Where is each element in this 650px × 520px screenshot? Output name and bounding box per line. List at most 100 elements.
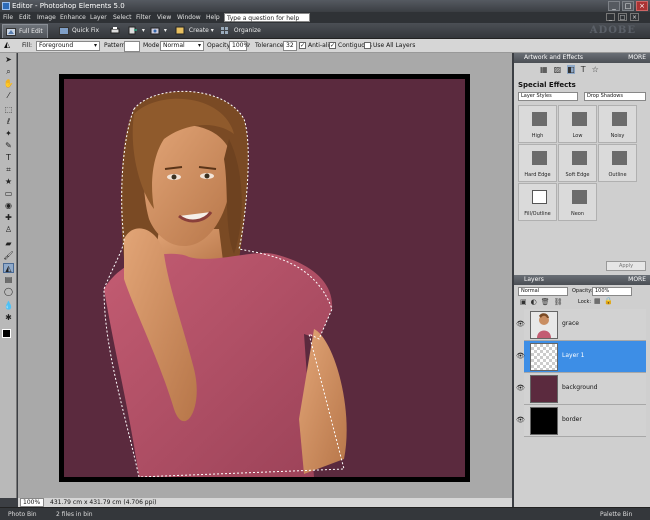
tab-quick-fix[interactable]: Quick Fix [56,24,100,38]
opacity-input[interactable]: 100% [229,41,249,51]
maximize-button[interactable]: □ [622,1,634,11]
move-tool-icon[interactable]: ➤ [3,55,14,65]
layers-panel-header[interactable]: Layers MORE [514,275,650,285]
menu-layer[interactable]: Layer [90,14,107,21]
menu-filter[interactable]: Filter [136,14,151,21]
visibility-eye-icon[interactable]: 👁 [516,384,525,392]
link-layer-icon[interactable]: ⛓ [554,298,563,306]
antialias-checkbox[interactable]: ✓ [299,42,306,49]
layer-opacity-input[interactable]: 100% [592,287,632,296]
printer-icon [110,27,120,34]
print-button[interactable] [110,25,122,37]
gradient-tool-icon[interactable]: ▤ [3,275,14,285]
artwork-more-button[interactable]: MORE [628,53,646,63]
close-button[interactable]: × [636,1,648,11]
effect-fill-outline[interactable]: Fill/Outline [518,183,557,221]
lock-all-icon[interactable]: 🔒 [604,297,613,305]
artwork-panel-header[interactable]: Artwork and Effects MORE [514,53,650,63]
help-search-input[interactable]: Type a question for help [224,13,310,22]
visibility-eye-icon[interactable]: 👁 [516,320,525,328]
cookie-cutter-tool-icon[interactable]: ★ [3,177,14,187]
straighten-tool-icon[interactable]: ▭ [3,189,14,199]
red-eye-tool-icon[interactable]: ◉ [3,201,14,211]
minimize-button[interactable]: _ [608,1,620,11]
themes-icon[interactable]: ▨ [554,65,562,74]
healing-brush-tool-icon[interactable]: ✚ [3,213,14,223]
magic-wand-tool-icon[interactable]: ✦ [3,129,14,139]
layer-row-grace[interactable]: 👁 grace [516,309,646,341]
sponge-tool-icon[interactable]: ✱ [3,313,14,323]
eraser-tool-icon[interactable]: ▰ [3,239,14,249]
blend-mode-select[interactable]: Normal [518,287,568,296]
doc-restore-button[interactable]: □ [618,13,627,21]
new-layer-icon[interactable]: ▣ [520,298,527,306]
brush-tool-icon[interactable]: 🖌 [3,251,14,261]
menu-view[interactable]: View [157,14,171,21]
marquee-tool-icon[interactable]: ⬚ [3,105,14,115]
visibility-eye-icon[interactable]: 👁 [516,416,525,424]
window-title: Editor - Photoshop Elements 5.0 [12,2,125,10]
menu-edit[interactable]: Edit [19,14,31,21]
blur-tool-icon[interactable]: 💧 [3,301,14,311]
zoom-tool-icon[interactable]: ⌕ [3,67,14,77]
lasso-tool-icon[interactable]: ℓ [3,117,14,127]
favorites-icon[interactable]: ☆ [592,65,599,74]
layer-row-border[interactable]: 👁 border [516,405,646,437]
mode-select[interactable]: Normal ▾ [160,41,204,51]
layer-row-background[interactable]: 👁 background [516,373,646,405]
menu-enhance[interactable]: Enhance [60,14,86,21]
pattern-picker[interactable] [124,41,140,52]
use-all-layers-checkbox[interactable] [364,42,371,49]
opacity-arrow-icon[interactable]: › [248,41,250,48]
visibility-eye-icon[interactable]: 👁 [516,352,525,360]
clone-stamp-tool-icon[interactable]: ♙ [3,225,14,235]
lock-transparency-icon[interactable]: ▦ [594,297,601,305]
menu-image[interactable]: Image [37,14,56,21]
tab-full-edit[interactable]: Full Edit [2,24,48,38]
doc-close-button[interactable]: × [630,13,639,21]
menu-help[interactable]: Help [206,14,220,21]
adjustment-layer-icon[interactable]: ◐ [531,298,537,306]
photo-bin-toggle[interactable]: Photo Bin [8,511,37,518]
artwork-icon[interactable]: ▦ [540,65,548,74]
document-canvas[interactable] [64,79,465,477]
hand-tool-icon[interactable]: ✋ [3,79,14,89]
canvas-area[interactable] [18,53,512,498]
camera-button[interactable]: ▾ [150,25,167,37]
eyedropper-tool-icon[interactable]: ⁄ [3,91,14,101]
menu-window[interactable]: Window [177,14,201,21]
effect-outline[interactable]: Outline [598,144,637,182]
contiguous-checkbox[interactable]: ✓ [329,42,336,49]
tolerance-input[interactable]: 32 [283,41,297,51]
fill-select[interactable]: Foreground ▾ [36,41,100,51]
create-button[interactable]: Create ▾ [175,25,214,37]
layers-more-button[interactable]: MORE [628,275,646,285]
crop-tool-icon[interactable]: ⌗ [3,165,14,175]
zoom-level-field[interactable]: 100% [20,498,44,507]
effects-subcategory-select[interactable]: Drop Shadows [584,92,646,101]
layer-row-layer-1[interactable]: 👁 Layer 1 [516,341,646,373]
type-tool-icon[interactable]: T [3,153,14,163]
effect-neon[interactable]: Neon [558,183,597,221]
delete-layer-icon[interactable]: 🗑 [541,298,550,306]
effects-category-select[interactable]: Layer Styles [518,92,578,101]
photo-bin-bar: Photo Bin 2 files in bin Palette Bin [0,507,650,520]
text-icon[interactable]: T [581,65,586,74]
effect-high[interactable]: High [518,105,557,143]
menu-select[interactable]: Select [113,14,132,21]
effects-icon[interactable]: ◧ [567,65,575,74]
selection-brush-tool-icon[interactable]: ✎ [3,141,14,151]
apply-button[interactable]: Apply [606,261,646,271]
paint-bucket-tool-icon[interactable]: ◭ [3,263,14,273]
effect-noisy[interactable]: Noisy [598,105,637,143]
organize-button[interactable]: Organize [220,25,261,37]
palette-bin-toggle[interactable]: Palette Bin [600,511,632,518]
effect-hard-edge[interactable]: Hard Edge [518,144,557,182]
shape-tool-icon[interactable]: ◯ [3,287,14,297]
effect-low[interactable]: Low [558,105,597,143]
doc-minimize-button[interactable]: _ [606,13,615,21]
menu-file[interactable]: File [3,14,13,21]
foreground-color-swatch[interactable] [2,329,11,338]
effect-soft-edge[interactable]: Soft Edge [558,144,597,182]
share-button[interactable]: ▾ [128,25,145,37]
